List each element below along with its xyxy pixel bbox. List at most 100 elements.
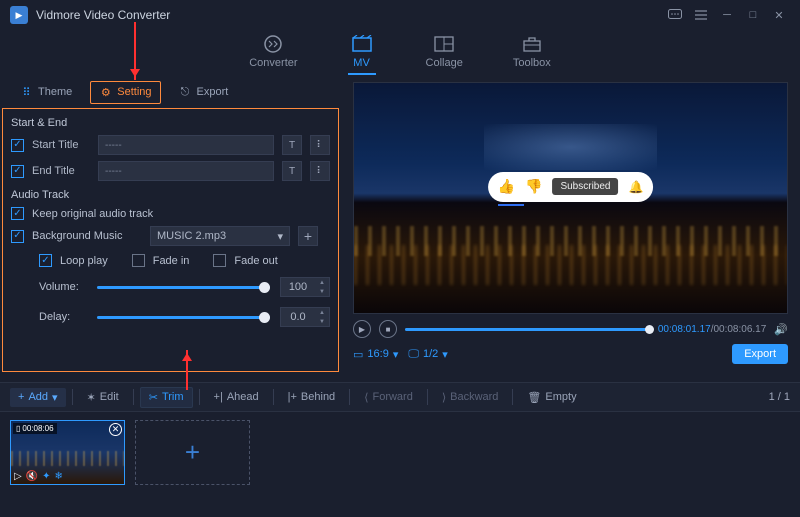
app-title: Vidmore Video Converter <box>36 8 660 22</box>
clip-toolbar: +Add ▾ ✶Edit ✂Trim +|Ahead |+Behind ⟨For… <box>0 382 800 412</box>
player-controls: ▶ ■ 00:08:01.17/00:08:06.17 🔊 <box>353 320 788 338</box>
aspect-icon: ▭ <box>353 348 363 361</box>
end-title-checkbox[interactable] <box>11 165 24 178</box>
app-logo-icon: ▶ <box>10 6 28 24</box>
thumb-mute-icon[interactable]: 🔇 <box>26 471 38 482</box>
minimize-button[interactable]: ─ <box>716 7 738 23</box>
end-title-input[interactable]: ----- <box>98 161 274 181</box>
start-title-text-button[interactable]: T <box>282 135 302 155</box>
volume-value: 100 <box>281 281 315 293</box>
trash-icon: 🗑 <box>527 391 541 404</box>
thumb-play-icon[interactable]: ▷ <box>14 471 22 482</box>
monitor-icon: 🖵 <box>408 348 419 361</box>
annotation-arrow-up <box>186 350 188 390</box>
volume-up-icon[interactable]: ▲ <box>315 278 329 287</box>
thumbnail-strip: ▯00:08:06 ✕ ▷ 🔇 ✦ ❄ + <box>0 412 800 493</box>
add-music-button[interactable]: + <box>298 226 318 246</box>
subscribe-overlay: 👍 👎 Subscribed 🔔 <box>488 172 654 202</box>
stop-button[interactable]: ■ <box>379 320 397 338</box>
mode-converter[interactable]: Converter <box>249 33 297 75</box>
mode-converter-label: Converter <box>249 57 297 69</box>
mode-mv[interactable]: MV <box>348 33 376 75</box>
clip-thumbnail[interactable]: ▯00:08:06 ✕ ▷ 🔇 ✦ ❄ <box>10 420 125 485</box>
export-button[interactable]: Export <box>732 344 788 364</box>
tab-setting-label: Setting <box>117 86 151 98</box>
start-title-checkbox[interactable] <box>11 139 24 152</box>
time-display: 00:08:01.17/00:08:06.17 <box>658 324 766 335</box>
thumb-remove-button[interactable]: ✕ <box>109 423 122 436</box>
split-select[interactable]: 🖵1/2 ▾ <box>408 348 447 361</box>
loop-play-checkbox[interactable] <box>39 254 52 267</box>
start-title-input[interactable]: ----- <box>98 135 274 155</box>
ahead-button[interactable]: +|Ahead <box>206 388 267 406</box>
chevron-down-icon: ▾ <box>442 348 448 361</box>
end-title-label: End Title <box>32 165 90 177</box>
mode-toolbox[interactable]: Toolbox <box>513 33 551 75</box>
trim-button[interactable]: ✂Trim <box>140 387 193 408</box>
add-button[interactable]: +Add ▾ <box>10 388 66 407</box>
forward-icon: ⟨ <box>364 391 368 404</box>
mode-collage[interactable]: Collage <box>426 33 463 75</box>
behind-icon: |+ <box>288 391 297 403</box>
tab-export[interactable]: ⎋ Export <box>171 82 237 103</box>
scissors-icon: ✂ <box>149 391 158 404</box>
thumb-duration: ▯00:08:06 <box>13 423 57 434</box>
delay-label: Delay: <box>39 311 87 323</box>
chevron-down-icon: ▾ <box>277 230 283 243</box>
volume-down-icon[interactable]: ▼ <box>315 287 329 296</box>
delay-slider[interactable] <box>97 316 270 319</box>
maximize-button[interactable]: □ <box>742 7 764 23</box>
video-preview[interactable]: 👍 👎 Subscribed 🔔 <box>353 82 788 314</box>
close-button[interactable]: ✕ <box>768 7 790 23</box>
thumbs-down-icon: 👎 <box>525 178 542 195</box>
subscribed-badge: Subscribed <box>552 178 618 195</box>
forward-button[interactable]: ⟨Forward <box>356 388 421 407</box>
delay-down-icon[interactable]: ▼ <box>315 317 329 326</box>
tab-setting[interactable]: ⚙ Setting <box>90 81 160 104</box>
bg-music-value: MUSIC 2.mp3 <box>157 230 226 242</box>
loop-play-label: Loop play <box>60 255 108 267</box>
start-title-label: Start Title <box>32 139 90 151</box>
bg-music-select[interactable]: MUSIC 2.mp3 ▾ <box>150 226 290 246</box>
end-title-prop-button[interactable]: ⠇ <box>310 161 330 181</box>
volume-slider[interactable] <box>97 286 270 289</box>
end-title-text-button[interactable]: T <box>282 161 302 181</box>
export-icon: ⎋ <box>179 86 192 99</box>
behind-button[interactable]: |+Behind <box>280 388 344 406</box>
fade-out-checkbox[interactable] <box>213 254 226 267</box>
delay-up-icon[interactable]: ▲ <box>315 308 329 317</box>
backward-button[interactable]: ⟩Backward <box>434 388 507 407</box>
section-audio-track: Audio Track <box>11 189 330 201</box>
edit-button[interactable]: ✶Edit <box>79 388 127 407</box>
mode-collage-label: Collage <box>426 57 463 69</box>
keep-original-checkbox[interactable] <box>11 207 24 220</box>
play-button[interactable]: ▶ <box>353 320 371 338</box>
fade-in-checkbox[interactable] <box>132 254 145 267</box>
volume-icon[interactable]: 🔊 <box>774 323 788 336</box>
converter-icon <box>262 33 284 55</box>
thumb-star-icon[interactable]: ✦ <box>42 471 50 482</box>
mv-icon <box>351 33 373 55</box>
tab-theme[interactable]: ⠿ Theme <box>12 82 80 103</box>
empty-button[interactable]: 🗑Empty <box>519 388 584 407</box>
progress-bar[interactable] <box>405 328 650 331</box>
chevron-down-icon: ▾ <box>393 348 399 361</box>
bg-music-checkbox[interactable] <box>11 230 24 243</box>
settings-panel: Start & End Start Title ----- T ⠇ End Ti… <box>2 108 339 372</box>
delay-value: 0.0 <box>281 311 315 323</box>
plus-icon: + <box>18 391 24 403</box>
feedback-icon[interactable] <box>664 7 686 23</box>
delay-spinner[interactable]: 0.0 ▲▼ <box>280 307 330 327</box>
thumb-effect-icon[interactable]: ❄ <box>55 471 63 482</box>
fade-in-label: Fade in <box>153 255 190 267</box>
ahead-icon: +| <box>214 391 223 403</box>
add-clip-button[interactable]: + <box>135 420 250 485</box>
mode-mv-label: MV <box>353 57 370 69</box>
aspect-select[interactable]: ▭16:9 ▾ <box>353 348 398 361</box>
theme-icon: ⠿ <box>20 86 33 99</box>
menu-icon[interactable] <box>690 7 712 23</box>
start-title-prop-button[interactable]: ⠇ <box>310 135 330 155</box>
mode-bar: Converter MV Collage Toolbox <box>0 30 800 78</box>
volume-spinner[interactable]: 100 ▲▼ <box>280 277 330 297</box>
keep-original-label: Keep original audio track <box>32 208 153 220</box>
